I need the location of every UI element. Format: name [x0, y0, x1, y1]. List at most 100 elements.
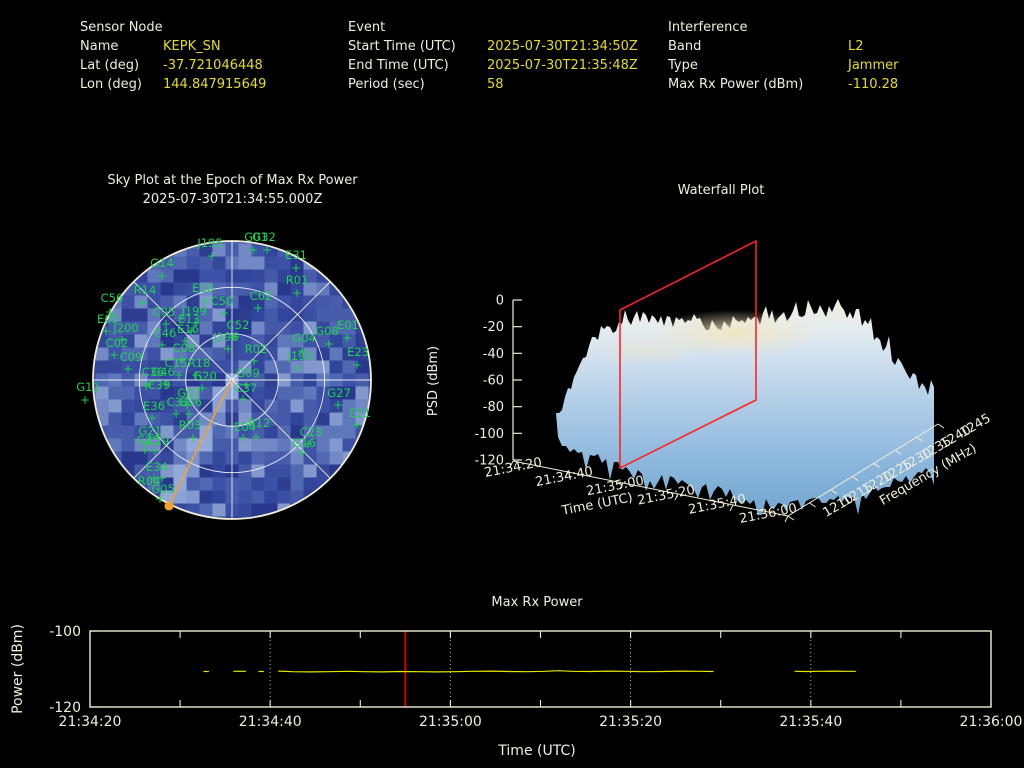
psd-axis-label: PSD (dBm) [426, 346, 441, 416]
waterfall-freq-tick-label: 1245 [957, 411, 993, 441]
satellite-label: E21 [349, 406, 371, 420]
event-end-row: End Time (UTC) 2025-07-30T21:35:48Z [348, 56, 638, 75]
sensor-name-row: Name KEPK_SN [80, 37, 266, 56]
psd-tick-label: -40 [483, 347, 504, 362]
satellite-label: R18 [188, 356, 211, 370]
interference-power-row: Max Rx Power (dBm) -110.28 [668, 75, 898, 94]
sensor-lat-label: Lat (deg) [80, 58, 140, 73]
satellite-marker-icon: + [188, 431, 198, 445]
satellite-marker-icon: + [293, 361, 303, 375]
sensor-lat-row: Lat (deg) -37.721046448 [80, 56, 266, 75]
plot-frame [89, 630, 992, 708]
satellite-label: C19 [147, 434, 170, 448]
sensor-lon-value: 144.847915649 [163, 77, 267, 92]
surface-highlight [593, 334, 703, 366]
satellite-label: E36 [143, 399, 165, 413]
satellite-label: J200 [112, 321, 138, 335]
satellite-label: G46 [151, 365, 175, 379]
satellite-marker-icon: + [352, 418, 362, 432]
satellite-label: C46 [154, 326, 177, 340]
satellite-marker-icon: + [352, 358, 362, 372]
satellite-label: J195 [196, 236, 222, 250]
sky-plot-title: Sky Plot at the Epoch of Max Rx Power 20… [40, 171, 425, 209]
satellite-marker-icon: + [80, 393, 90, 407]
satellite-label: C08 [173, 341, 196, 355]
event-period-value: 58 [487, 77, 504, 92]
time-tick-label: 21:34:20 [59, 714, 122, 730]
satellite-label: E16 [177, 322, 199, 336]
satellite-label: E06 [180, 395, 202, 409]
satellite-marker-icon: + [253, 301, 263, 315]
interference-panel: Interference Band L2 Type Jammer Max Rx … [668, 18, 898, 94]
satellite-label: G04 [292, 331, 316, 345]
satellite-marker-icon: + [109, 348, 119, 362]
interference-type-row: Type Jammer [668, 56, 898, 75]
satellite-marker-icon: + [138, 296, 148, 310]
plots-canvas: +J195+G14+R14+E10+C56+E05+J200 +C05+J199 +… [10, 230, 1022, 759]
interference-type-value: Jammer [848, 58, 899, 73]
sensor-node-panel-title: Sensor Node [80, 20, 163, 35]
time-tick-label: 21:34:40 [239, 714, 302, 730]
satellite-label: R02 [245, 342, 268, 356]
satellite-marker-icon: + [248, 243, 258, 257]
satellite-label: E04 [234, 420, 256, 434]
sky-plot-title-line2: 2025-07-30T21:34:55.000Z [142, 192, 323, 207]
event-start-label: Start Time (UTC) [348, 39, 456, 54]
interference-power-value: -110.28 [848, 77, 899, 92]
max-rx-power-plot: 21:34:20 21:34:40 21:35:00 21:35:20 21:35:40… [10, 624, 1022, 759]
satellite-label: G14 [150, 256, 174, 270]
satellite-label: E01 [337, 318, 359, 332]
power-tick-label: -120 [49, 700, 81, 716]
satellite-marker-icon: + [157, 269, 167, 283]
sensor-node-panel: Sensor Node Name KEPK_SN Lat (deg) -37.7… [80, 18, 266, 94]
satellite-label: C50 [211, 294, 234, 308]
event-period-label: Period (sec) [348, 77, 425, 92]
waterfall-plot: 0-20-40-60-80-100-120PSD (dBm)21:34:2021… [426, 239, 994, 527]
time-tick-label: 21:35:40 [779, 714, 842, 730]
satellite-label: R03 [179, 418, 202, 432]
satellite-label: C62 [250, 289, 273, 303]
sensor-name-label: Name [80, 39, 119, 54]
jammer-dot [164, 501, 174, 511]
psd-tick-label: 0 [496, 294, 504, 309]
sensor-lon-label: Lon (deg) [80, 77, 142, 92]
event-start-row: Start Time (UTC) 2025-07-30T21:34:50Z [348, 37, 638, 56]
max-rx-power-series [278, 670, 714, 673]
event-end-label: End Time (UTC) [348, 58, 449, 73]
waterfall-plot-title: Waterfall Plot [677, 183, 765, 198]
sky-plot: +J195+G14+R14+E10+C56+E05+J200 +C05+J199 +… [76, 230, 372, 520]
interference-band-label: Band [668, 39, 702, 54]
satellite-marker-icon: + [262, 243, 272, 257]
satellite-label: G08 [315, 324, 339, 338]
psd-tick-label: -20 [483, 320, 504, 335]
psd-tick-label: -80 [483, 400, 504, 415]
time-tick-label: 21:36:00 [960, 714, 1023, 730]
satellite-label: G20 [193, 369, 217, 383]
satellite-label: J193 [286, 349, 312, 363]
satellite-label: R14 [134, 283, 157, 297]
satellite-label: J196 [212, 330, 238, 344]
satellite-label: G11 [76, 380, 100, 394]
satellite-label: G27 [327, 386, 351, 400]
power-axis-label: Power (dBm) [10, 624, 26, 714]
satellite-marker-icon: + [157, 338, 167, 352]
satellite-marker-icon: + [223, 342, 233, 356]
psd-tick-label: -60 [483, 374, 504, 389]
power-plot-title: Max Rx Power [491, 595, 583, 610]
psd-tick-label: -100 [474, 427, 504, 442]
satellite-marker-icon: + [123, 362, 133, 376]
sensor-lon-row: Lon (deg) 144.847915649 [80, 75, 266, 94]
satellite-marker-icon: + [333, 398, 343, 412]
waterfall-time-tick-label: 21:36:00 [738, 501, 798, 527]
satellite-label: C37 [235, 381, 258, 395]
satellite-label: C56 [101, 291, 124, 305]
time-axis-label: Time (UTC) [497, 743, 575, 759]
satellite-label: E23 [347, 345, 369, 359]
event-panel-title: Event [348, 20, 386, 35]
sky-plot-title-line1: Sky Plot at the Epoch of Max Rx Power [107, 173, 358, 188]
satellite-label: C09 [120, 350, 143, 364]
power-tick-label: -100 [49, 624, 81, 640]
event-end-value: 2025-07-30T21:35:48Z [487, 58, 638, 73]
interference-band-value: L2 [848, 39, 864, 54]
satellite-marker-icon: + [207, 249, 217, 263]
